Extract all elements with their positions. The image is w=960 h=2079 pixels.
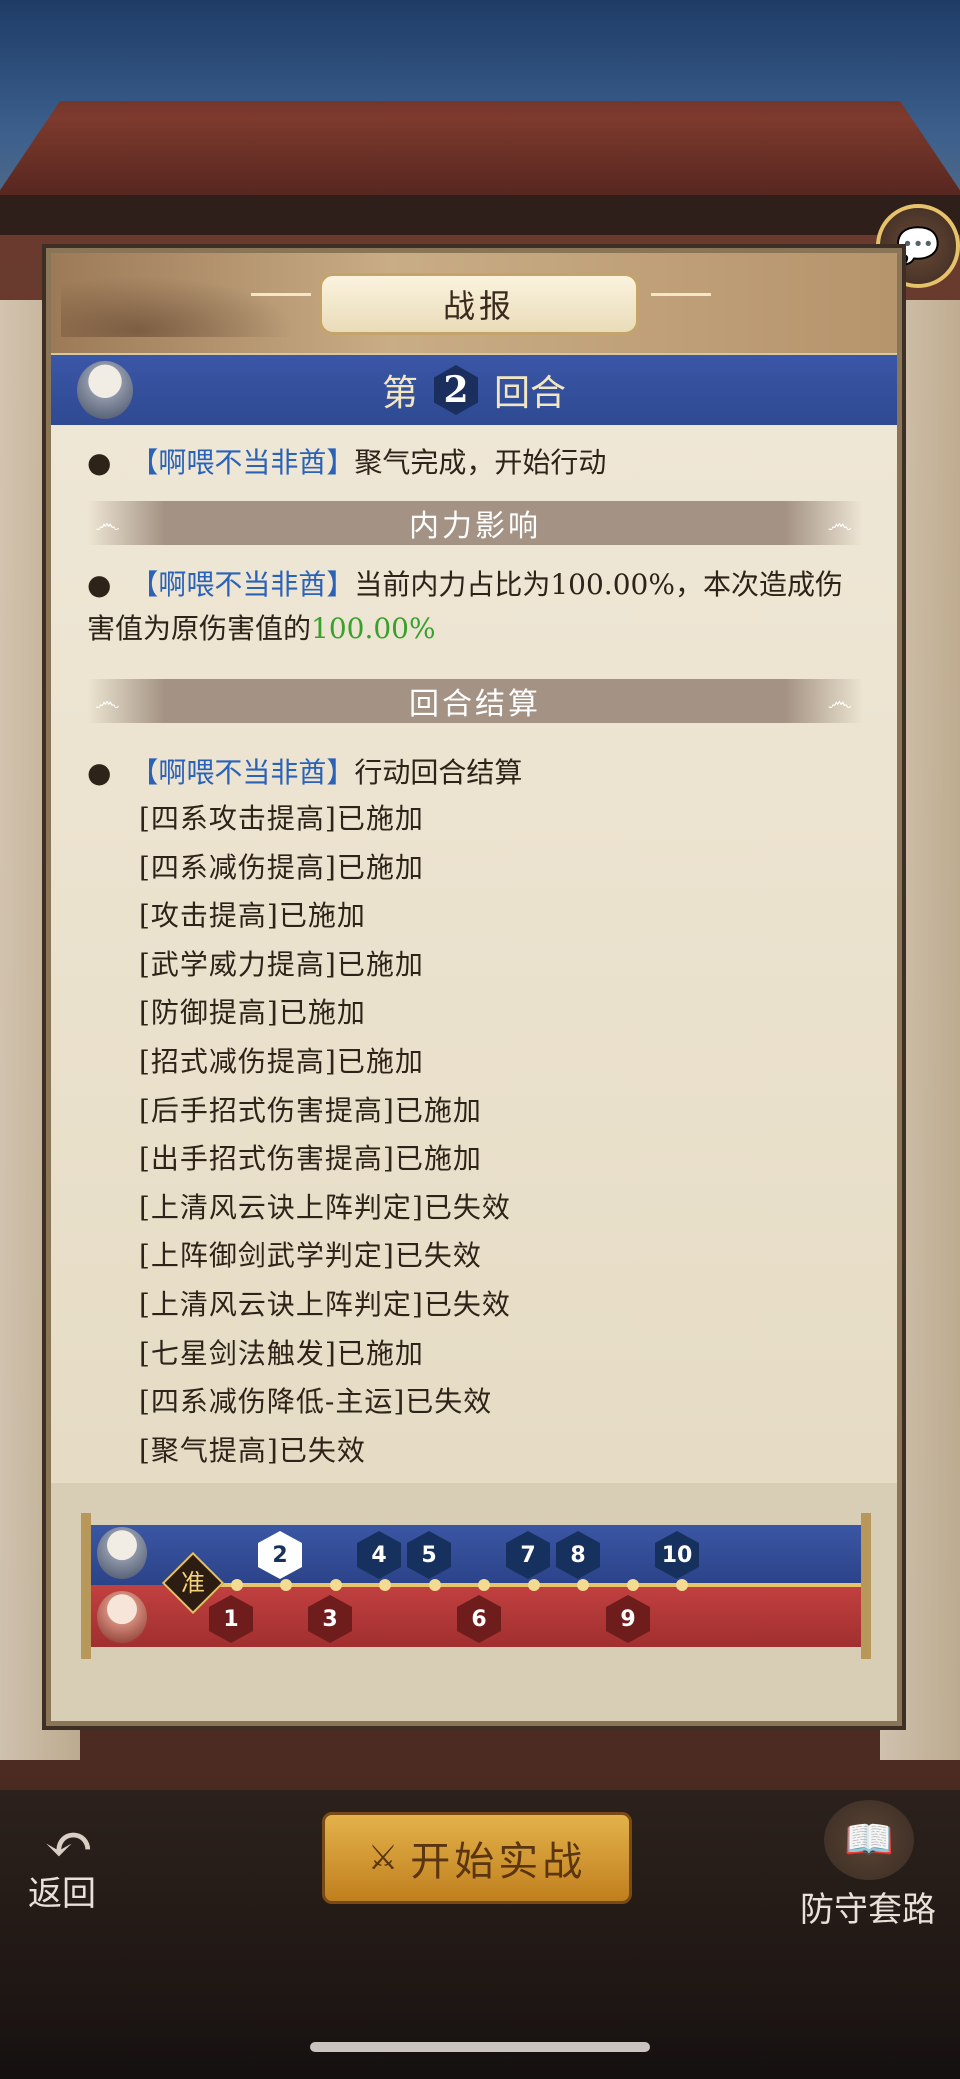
- log-player-name: 【啊喂不当非酋】: [130, 568, 355, 601]
- effect-item: [四系减伤提高]已施加: [139, 850, 424, 884]
- effect-item: [攻击提高]已施加: [139, 899, 366, 933]
- timeline-dot: [627, 1579, 639, 1591]
- cloud-swirl-icon: ෴: [827, 687, 855, 717]
- log-player-name: 【啊喂不当非酋】: [130, 446, 355, 479]
- effect-item: [四系减伤降低-主运]已失效: [139, 1385, 493, 1419]
- timeline-dot: [231, 1579, 243, 1591]
- section-title: 内力影响: [409, 509, 541, 544]
- panel-header: 战报: [51, 253, 897, 353]
- log-player-name: 【啊喂不当非酋】: [130, 756, 355, 789]
- chat-bubble-icon: 💬: [895, 226, 941, 267]
- player-avatar: [97, 1527, 147, 1579]
- effect-item: [七星剑法触发]已施加: [139, 1336, 424, 1370]
- timeline-dot: [528, 1579, 540, 1591]
- title-decoration-right: [651, 293, 711, 296]
- timeline-dot: [379, 1579, 391, 1591]
- section-header-inner-power: ෴ 内力影响 ෴: [87, 501, 863, 545]
- effect-item: [后手招式伤害提高]已施加: [139, 1093, 482, 1127]
- effect-item: [四系攻击提高]已施加: [139, 802, 424, 835]
- cloud-swirl-icon: ෴: [827, 509, 855, 539]
- log-entry: 【啊喂不当非酋】行动回合结算: [87, 751, 863, 795]
- log-text: 行动回合结算: [354, 756, 523, 789]
- round-prefix: 第: [381, 373, 418, 414]
- player-avatar: [77, 361, 133, 419]
- defense-routine-button[interactable]: 📖 防守套路: [800, 1800, 960, 1930]
- timeline-track: [171, 1583, 861, 1587]
- start-battle-label: 开始实战: [410, 1839, 587, 1885]
- defense-routine-label: 防守套路: [800, 1890, 936, 1930]
- back-label: 返回: [28, 1874, 96, 1914]
- home-indicator[interactable]: [310, 2042, 650, 2052]
- log-entry: 【啊喂不当非酋】当前内力占比为100.00%，本次造成伤害值为原伤害值的100.…: [87, 563, 863, 651]
- effect-item: [上清风云诀上阵判定]已失效: [139, 1190, 511, 1224]
- effect-item: [防御提高]已施加: [139, 996, 366, 1030]
- timeline-dot: [577, 1579, 589, 1591]
- log-value: 100.00%: [311, 612, 436, 645]
- crossed-swords-icon: ⚔: [367, 1838, 399, 1878]
- book-icon: 📖: [824, 1800, 914, 1880]
- timeline-dot: [330, 1579, 342, 1591]
- enemy-avatar: [97, 1591, 147, 1643]
- effect-item: [武学威力提高]已施加: [139, 947, 424, 981]
- section-title: 回合结算: [409, 687, 541, 722]
- back-button[interactable]: ↶ 返回: [24, 1810, 134, 1914]
- cloud-swirl-icon: ෴: [95, 687, 123, 717]
- round-suffix: 回合: [494, 373, 567, 414]
- round-number-badge: 2: [434, 365, 478, 415]
- battle-log[interactable]: 【啊喂不当非酋】聚气完成，开始行动 ෴ 内力影响 ෴ 【啊喂不当非酋】当前内力占…: [51, 425, 897, 1483]
- effect-item: [出手招式伤害提高]已施加: [139, 1142, 482, 1176]
- ready-label: 准: [181, 1569, 205, 1597]
- battle-report-panel: 战报 第 2 回合 【啊喂不当非酋】聚气完成，开始行动 ෴ 内力影响 ෴ 【啊喂…: [46, 248, 902, 1726]
- panel-title: 战报: [442, 287, 515, 325]
- effect-item: [聚气提高]已失效: [139, 1433, 366, 1467]
- effect-item: [招式减伤提高]已施加: [139, 1044, 424, 1078]
- background-roof-edge: [0, 195, 960, 235]
- round-bar: 第 2 回合: [51, 353, 897, 427]
- timeline-dot: [676, 1579, 688, 1591]
- section-header-round-settlement: ෴ 回合结算 ෴: [87, 679, 863, 723]
- timeline-dot: [478, 1579, 490, 1591]
- start-battle-button[interactable]: ⚔ 开始实战: [322, 1812, 632, 1904]
- log-text: 聚气完成，开始行动: [354, 446, 607, 479]
- title-decoration-left: [251, 293, 311, 296]
- title-plate: 战报: [319, 273, 639, 335]
- effect-item: [上清风云诀上阵判定]已失效: [139, 1287, 511, 1321]
- cloud-swirl-icon: ෴: [95, 509, 123, 539]
- round-indicator: 第 2 回合: [382, 364, 566, 416]
- effect-item: [上阵御剑武学判定]已失效: [139, 1239, 482, 1273]
- timeline-dot: [429, 1579, 441, 1591]
- effect-list: [四系攻击提高]已施加 [四系减伤提高]已施加 [攻击提高]已施加 [武学威力提…: [87, 795, 863, 1475]
- turn-order-timeline: 准 2 4 5 7 8 10 1 3 6 9: [81, 1513, 871, 1659]
- mountain-decoration: [61, 267, 321, 337]
- log-entry: 【啊喂不当非酋】聚气完成，开始行动: [87, 441, 863, 485]
- timeline-dot: [280, 1579, 292, 1591]
